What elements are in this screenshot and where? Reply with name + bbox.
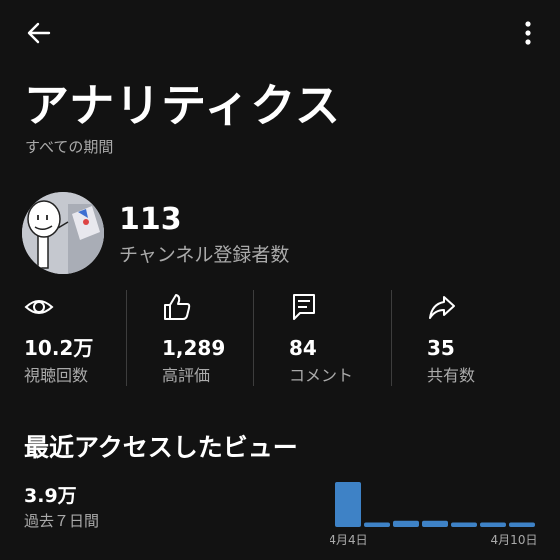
chart-tick-label: 4月4日 [330,533,368,547]
more-options-button[interactable] [510,14,546,52]
stat-views-value: 10.2万 [24,336,94,360]
chart-bar [364,522,390,527]
share-arrow-icon [429,296,455,319]
chart-bar [422,520,448,527]
stat-shares-value: 35 [427,336,455,360]
chart-bar [509,522,535,527]
subscriber-label: チャンネル登録者数 [119,244,290,266]
channel-avatar [22,192,104,274]
recent-views-title: 最近アクセスしたビュー [24,433,298,462]
period-subtitle: すべての期間 [25,138,114,156]
stat-comments-label: コメント [289,366,354,385]
stat-likes-label: 高評価 [162,366,211,385]
recent-views-chart[interactable]: 4月4日 4月10日 [328,470,542,550]
page-title: アナリティクス [24,79,342,132]
arrow-left-icon [27,22,51,44]
divider [253,290,254,386]
stat-likes-value: 1,289 [162,336,226,360]
eye-icon [24,300,54,314]
vertical-ellipsis-icon [525,21,531,45]
chart-bar [335,482,361,527]
stat-views-label: 視聴回数 [24,366,89,385]
back-button[interactable] [18,14,60,52]
subscriber-count: 113 [119,202,182,237]
divider [126,290,127,386]
recent-views-period: 過去７日間 [24,512,100,530]
recent-views-value: 3.9万 [24,485,77,507]
chart-tick-label: 4月10日 [491,533,538,547]
stat-shares-label: 共有数 [427,366,476,385]
divider [391,290,392,386]
thumbs-up-icon [164,294,191,320]
recent-views-chart-svg: 4月4日 4月10日 [328,482,538,547]
stat-comments-value: 84 [289,336,317,360]
chart-bar [480,522,506,527]
chart-bar [393,520,419,527]
comment-icon [293,294,315,320]
chart-bar [451,522,477,527]
